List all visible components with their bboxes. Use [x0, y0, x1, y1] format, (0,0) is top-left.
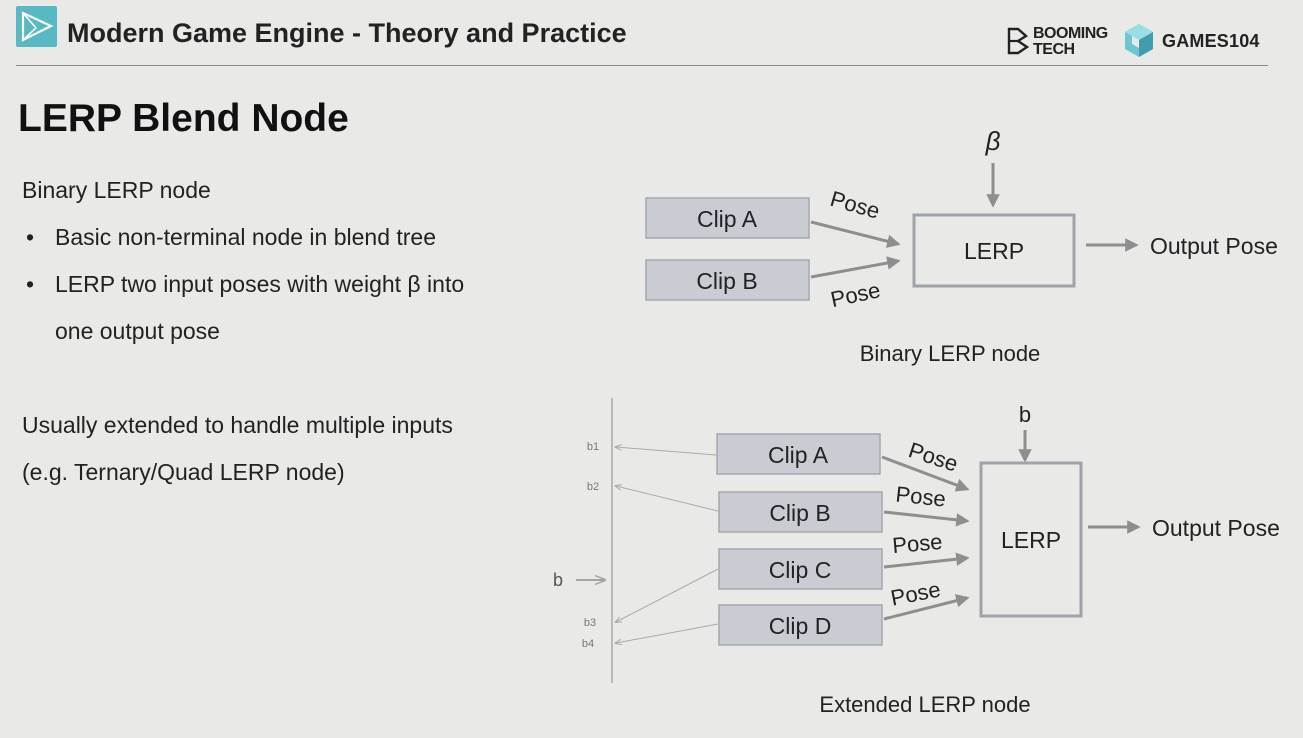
extended-clip-a-label: Clip A: [768, 442, 829, 468]
mapping-line-b3: [616, 568, 719, 622]
extended-clip-b-label: Clip B: [769, 500, 830, 526]
extended-clip-b: Clip B: [718, 491, 883, 533]
mapping-line-b4: [616, 623, 719, 643]
lerp-diagrams: β Clip A Clip B Pose Pose LERP Output Po…: [553, 126, 1280, 717]
binary-edge-b: [810, 256, 901, 279]
binary-caption: Binary LERP node: [860, 341, 1041, 366]
axis-tick-b3: b3: [584, 617, 596, 629]
binary-clip-a-label: Clip A: [697, 206, 758, 232]
extended-caption: Extended LERP node: [819, 692, 1030, 717]
binary-clip-b: Clip B: [645, 259, 810, 301]
extended-clip-d-label: Clip D: [769, 613, 832, 639]
extended-weight-label: b: [1019, 402, 1031, 427]
binary-lerp-node: LERP: [912, 213, 1076, 288]
axis-input-label: b: [553, 570, 563, 590]
binary-clip-a: Clip A: [645, 197, 810, 239]
mapping-line-b2: [616, 486, 719, 512]
binary-edge-b-label: Pose: [828, 277, 882, 312]
binary-edge-a: [810, 220, 901, 248]
extended-edge-b-label: Pose: [895, 481, 947, 511]
extended-lerp-node-label: LERP: [1001, 527, 1061, 553]
axis-tick-b4: b4: [582, 638, 594, 650]
extended-edge-c-label: Pose: [891, 529, 943, 558]
binary-lerp-diagram: β Clip A Clip B Pose Pose LERP Output Po…: [645, 126, 1278, 366]
axis-tick-b1: b1: [587, 441, 599, 453]
binary-clip-b-label: Clip B: [696, 268, 757, 294]
axis-tick-b2: b2: [587, 481, 599, 493]
mapping-line-b1: [616, 447, 717, 456]
extended-lerp-node: LERP: [979, 461, 1083, 618]
extended-lerp-diagram: b b1 b2 b3 b4 Clip A Clip B Clip C Clip …: [553, 398, 1280, 717]
binary-weight-label: β: [985, 126, 1001, 156]
extended-clip-c-label: Clip C: [769, 557, 832, 583]
binary-lerp-node-label: LERP: [964, 238, 1024, 264]
extended-clip-c: Clip C: [718, 548, 883, 590]
extended-clip-d: Clip D: [718, 604, 883, 646]
extended-edge-c: [883, 552, 970, 569]
extended-clip-a: Clip A: [716, 433, 881, 475]
binary-output-label: Output Pose: [1150, 233, 1278, 259]
binary-edge-a-label: Pose: [828, 186, 883, 224]
extended-edge-b: [883, 510, 970, 527]
extended-output-label: Output Pose: [1152, 515, 1280, 541]
